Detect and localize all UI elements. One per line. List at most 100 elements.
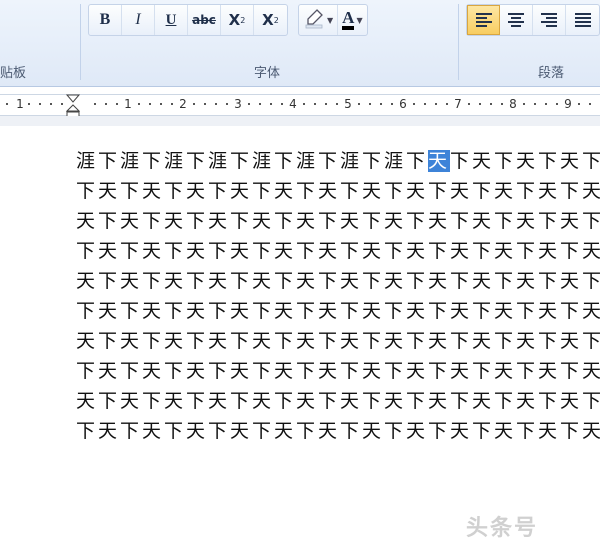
superscript-button[interactable]: X2 (254, 5, 287, 35)
align-left-icon (475, 13, 492, 27)
text-line[interactable]: 下天下天下天下天下天下天下天下天下天下天下天下天下 (76, 240, 600, 262)
font-format-buttons: B I U abc X2 X2 (88, 4, 288, 36)
text-run: 下天下天下天下天下天下天下天下天下天下天下天下天下 (76, 360, 600, 382)
ribbon: B I U abc X2 X2 ▼ A ▼ 贴板 字体 段落 (0, 0, 600, 87)
ruler-tick (270, 103, 272, 105)
ruler-tick (6, 103, 8, 105)
ruler-tick (479, 103, 481, 105)
ruler-tick (39, 103, 41, 105)
horizontal-ruler[interactable]: 1 1 2 3 4 5 6 7 8 9 (0, 94, 600, 116)
ruler-number: 2 (179, 97, 187, 111)
ruler-tick (369, 103, 371, 105)
ruler-tick (391, 103, 393, 105)
align-right-button[interactable] (533, 5, 566, 35)
ruler-tick (468, 103, 470, 105)
align-center-icon (508, 13, 524, 27)
ruler-tick (281, 103, 283, 105)
ruler-tick (556, 103, 558, 105)
ruler-tick (358, 103, 360, 105)
text-run: 下天下天下天下天下天下天下天下天下天下天下天下天下 (76, 300, 600, 322)
text-run: 下天下天下天下天下天下天下天下天下天下天下天下天下 (76, 180, 600, 202)
align-right-icon (541, 13, 557, 27)
ruler-tick (490, 103, 492, 105)
text-line[interactable]: 天下天下天下天下天下天下天下天下天下天下天下天下天 (76, 210, 600, 232)
ruler-tick (589, 103, 591, 105)
font-color-button[interactable]: A ▼ (338, 5, 366, 35)
ruler-number: 6 (399, 97, 407, 111)
group-separator (458, 4, 459, 80)
ruler-number: 8 (509, 97, 517, 111)
ruler-tick (534, 103, 536, 105)
ruler-tick (435, 103, 437, 105)
ruler-tick (61, 103, 63, 105)
chevron-down-icon[interactable]: ▼ (327, 16, 333, 25)
document-area[interactable]: 涯下涯下涯下涯下涯下涯下涯下涯下天下天下天下天下天下天下天下天下天下天下天下天下… (0, 126, 600, 541)
ruler-tick (314, 103, 316, 105)
ruler-tick (204, 103, 206, 105)
ruler-tick (545, 103, 547, 105)
font-color-icon: A (342, 9, 355, 30)
clipboard-group-label: 贴板 (0, 66, 27, 81)
ruler-tick (336, 103, 338, 105)
ruler-tick (149, 103, 151, 105)
ruler-tick (171, 103, 173, 105)
ruler-tick (138, 103, 140, 105)
alignment-buttons (466, 4, 600, 36)
ruler-tick (325, 103, 327, 105)
text-line[interactable]: 下天下天下天下天下天下天下天下天下天下天下天下天下 (76, 360, 600, 382)
highlight-button[interactable]: ▼ (299, 5, 339, 35)
text-line[interactable]: 天下天下天下天下天下天下天下天下天下天下天下天下天 (76, 390, 600, 412)
group-separator (80, 4, 81, 80)
align-center-button[interactable] (500, 5, 533, 35)
watermark: 头条号 (466, 516, 539, 541)
align-left-button[interactable] (467, 5, 500, 35)
chevron-down-icon[interactable]: ▼ (356, 16, 362, 25)
text-run: 涯下涯下涯下涯下涯下涯下涯下涯下 (76, 150, 429, 172)
bold-button[interactable]: B (89, 5, 122, 35)
ruler-number: 9 (564, 97, 572, 111)
ruler-tick (215, 103, 217, 105)
ruler-number: 4 (289, 97, 297, 111)
text-run: 下天下天下天下天下天下天下天下天下天下天下天下天下 (76, 420, 600, 442)
text-run: 天下天下天下天下天下天下天下天下天下天下天下天下天 (76, 270, 600, 292)
ruler-tick (501, 103, 503, 105)
ruler-number: 1 (124, 97, 132, 111)
color-buttons: ▼ A ▼ (298, 4, 368, 36)
ruler-tick (94, 103, 96, 105)
justify-icon (574, 13, 591, 27)
underline-button[interactable]: U (155, 5, 188, 35)
font-group-label: 字体 (254, 66, 281, 81)
ruler-number: 3 (234, 97, 242, 111)
ruler-tick (303, 103, 305, 105)
subscript-button[interactable]: X2 (221, 5, 254, 35)
highlighter-icon (303, 7, 325, 33)
ruler-tick (446, 103, 448, 105)
text-run: 天下天下天下天下天下天下天下天下天下天下天下天下天 (76, 330, 600, 352)
text-line[interactable]: 涯下涯下涯下涯下涯下涯下涯下涯下天下天下天下天下天 (76, 150, 600, 172)
ruler-number: 1 (16, 97, 24, 111)
ruler-tick (380, 103, 382, 105)
ruler-tick (248, 103, 250, 105)
ruler-tick (226, 103, 228, 105)
ruler-tick (193, 103, 195, 105)
ruler-number: 5 (344, 97, 352, 111)
ruler-tick (578, 103, 580, 105)
text-line[interactable]: 天下天下天下天下天下天下天下天下天下天下天下天下天 (76, 330, 600, 352)
italic-button[interactable]: I (122, 5, 155, 35)
ruler-tick (160, 103, 162, 105)
text-line[interactable]: 下天下天下天下天下天下天下天下天下天下天下天下天下 (76, 300, 600, 322)
justify-button[interactable] (566, 5, 599, 35)
text-line[interactable]: 天下天下天下天下天下天下天下天下天下天下天下天下天 (76, 270, 600, 292)
text-line[interactable]: 下天下天下天下天下天下天下天下天下天下天下天下天下 (76, 420, 600, 442)
text-line[interactable]: 下天下天下天下天下天下天下天下天下天下天下天下天下 (76, 180, 600, 202)
ruler-tick (28, 103, 30, 105)
strikethrough-button[interactable]: abc (188, 5, 221, 35)
ruler-tick (105, 103, 107, 105)
text-run: 下天下天下天下天 (450, 150, 600, 172)
ruler-tick (523, 103, 525, 105)
selected-text[interactable]: 天 (428, 150, 451, 172)
paragraph-group-label: 段落 (538, 66, 565, 81)
ruler-tick (259, 103, 261, 105)
ruler-tick (424, 103, 426, 105)
ruler-tick (413, 103, 415, 105)
